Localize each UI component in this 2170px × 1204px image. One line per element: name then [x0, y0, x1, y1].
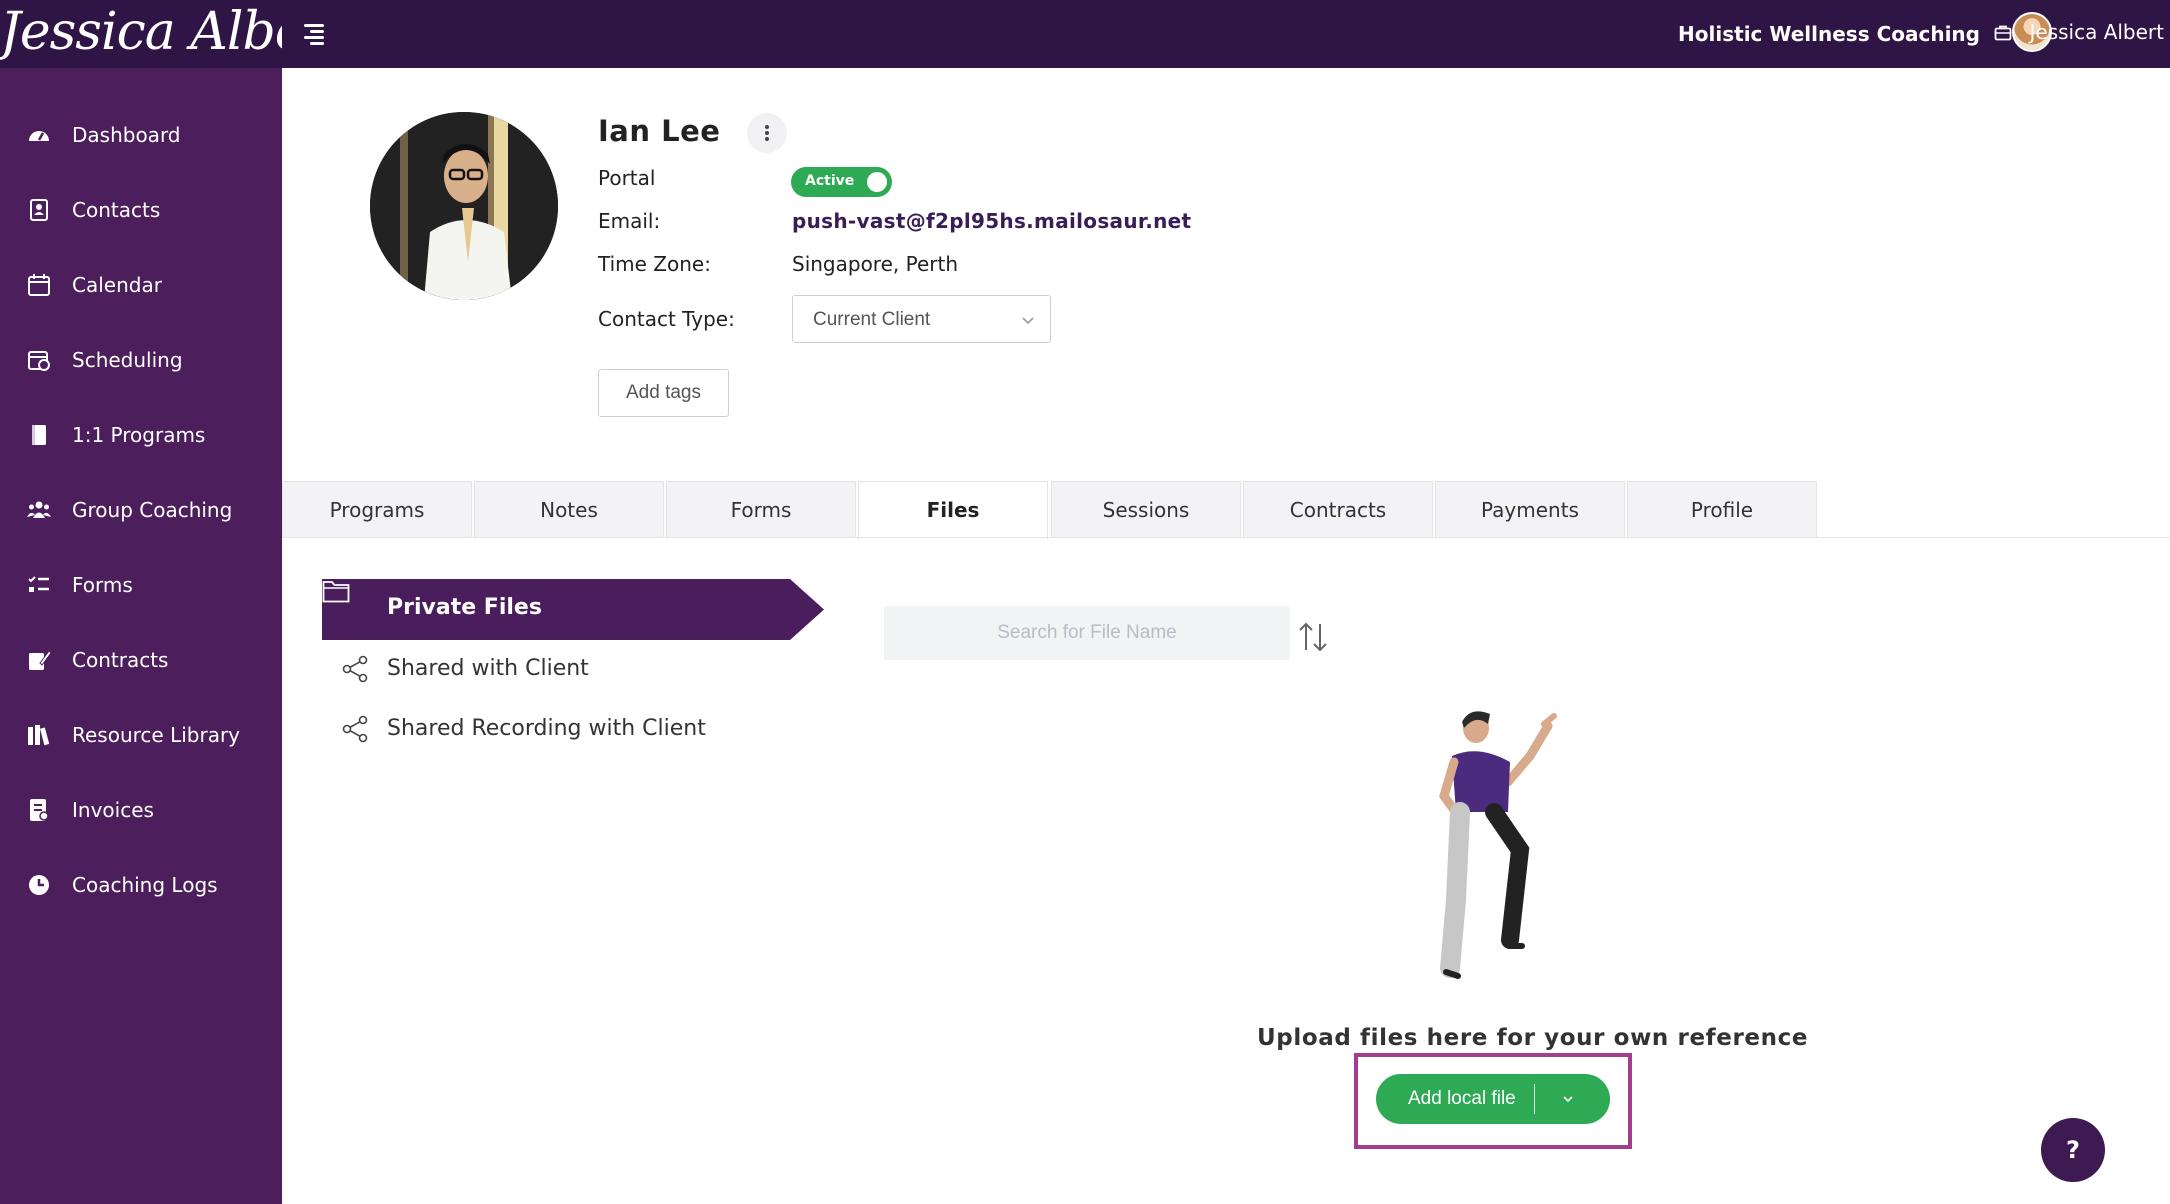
brand-logo[interactable]: Jessica Albert	[0, 0, 282, 68]
sidebar-item-forms[interactable]: Forms	[0, 557, 282, 613]
folder-icon	[322, 581, 350, 603]
email-link[interactable]: push-vast@f2pl95hs.mailosaur.net	[792, 209, 1191, 233]
sidebar-item-programs[interactable]: 1:1 Programs	[0, 407, 282, 463]
chevron-down-icon[interactable]	[1560, 1091, 1576, 1107]
add-tags-button[interactable]: Add tags	[598, 369, 729, 417]
button-separator	[1534, 1084, 1535, 1114]
add-local-file-label: Add local file	[1408, 1088, 1516, 1109]
portal-toggle[interactable]: Active	[791, 167, 892, 197]
empty-state-illustration	[1439, 711, 1557, 979]
tab-contracts[interactable]: Contracts	[1243, 481, 1433, 538]
tab-forms[interactable]: Forms	[666, 481, 856, 538]
share-icon	[342, 655, 368, 683]
sign-icon	[29, 650, 52, 670]
contacts-icon	[30, 199, 48, 221]
contact-type-select[interactable]: Current Client	[792, 295, 1051, 343]
calendar-icon	[28, 274, 50, 296]
toggle-knob	[867, 172, 887, 192]
sidebar-item-invoices[interactable]: Invoices	[0, 782, 282, 838]
sidebar-item-coaching-logs[interactable]: Coaching Logs	[0, 857, 282, 913]
tab-files[interactable]: Files	[858, 481, 1048, 539]
list-icon	[28, 576, 49, 592]
sidebar-item-scheduling[interactable]: Scheduling	[0, 332, 282, 388]
sidebar-item-group-coaching[interactable]: Group Coaching	[0, 482, 282, 538]
menu-toggle-icon[interactable]	[304, 24, 330, 46]
business-name[interactable]: Holistic Wellness Coaching	[1678, 22, 1980, 46]
tab-payments[interactable]: Payments	[1435, 481, 1625, 538]
timezone-value: Singapore, Perth	[792, 252, 959, 276]
empty-state-message: Upload files here for your own reference	[1257, 1025, 1809, 1051]
group-icon	[27, 501, 51, 518]
sidebar-item-label: Group Coaching	[72, 498, 233, 522]
contact-type-label: Contact Type:	[598, 307, 735, 331]
sidebar-item-calendar[interactable]: Calendar	[0, 257, 282, 313]
sidebar-item-label: Contracts	[72, 648, 169, 672]
library-icon	[28, 725, 50, 746]
sidebar-item-label: Invoices	[72, 798, 154, 822]
sidebar-item-label: Calendar	[72, 273, 162, 297]
add-local-file-button[interactable]: Add local file	[1376, 1074, 1610, 1124]
timezone-label: Time Zone:	[598, 252, 711, 276]
clock-icon	[29, 875, 49, 895]
category-private-files[interactable]: Private Files	[322, 579, 824, 640]
sidebar: Dashboard Contacts Calendar Scheduling 1…	[0, 68, 282, 1204]
share-icon	[342, 715, 368, 743]
portal-status: Active	[805, 173, 855, 189]
sidebar-item-label: Coaching Logs	[72, 873, 218, 897]
sidebar-item-label: Contacts	[72, 198, 161, 222]
contact-avatar	[370, 112, 558, 300]
category-label: Private Files	[387, 595, 542, 620]
tab-programs[interactable]: Programs	[282, 481, 472, 538]
sidebar-item-label: Scheduling	[72, 348, 183, 372]
invoice-icon	[30, 799, 49, 821]
briefcase-icon[interactable]	[1994, 24, 2012, 42]
tab-profile[interactable]: Profile	[1627, 481, 1817, 538]
more-options-icon[interactable]	[747, 113, 787, 153]
scheduling-icon	[28, 351, 50, 371]
contact-type-value: Current Client	[813, 309, 931, 330]
email-label: Email:	[598, 209, 661, 233]
book-icon	[32, 425, 46, 445]
help-button[interactable]: ?	[2041, 1118, 2105, 1182]
sidebar-item-label: 1:1 Programs	[72, 423, 206, 447]
portal-label: Portal	[598, 166, 656, 190]
sidebar-item-label: Forms	[72, 573, 133, 597]
sidebar-item-resource-library[interactable]: Resource Library	[0, 707, 282, 763]
file-search-input[interactable]	[884, 606, 1290, 660]
category-label: Shared Recording with Client	[387, 716, 706, 741]
sort-icon[interactable]	[1296, 620, 1330, 654]
sidebar-item-dashboard[interactable]: Dashboard	[0, 107, 282, 163]
sidebar-item-label: Dashboard	[72, 123, 181, 147]
dashboard-icon	[29, 131, 49, 141]
sidebar-item-label: Resource Library	[72, 723, 241, 747]
tab-sessions[interactable]: Sessions	[1051, 481, 1241, 538]
top-bar: Jessica Albert Holistic Wellness Coachin…	[0, 0, 2170, 68]
contact-name: Ian Lee	[598, 114, 721, 148]
user-name[interactable]: Jessica Albert	[2029, 20, 2164, 44]
category-label: Shared with Client	[387, 656, 589, 681]
tabs-divider	[282, 537, 2170, 538]
sidebar-item-contacts[interactable]: Contacts	[0, 182, 282, 238]
sidebar-item-contracts[interactable]: Contracts	[0, 632, 282, 688]
tab-notes[interactable]: Notes	[474, 481, 664, 538]
chevron-down-icon	[1022, 317, 1034, 325]
